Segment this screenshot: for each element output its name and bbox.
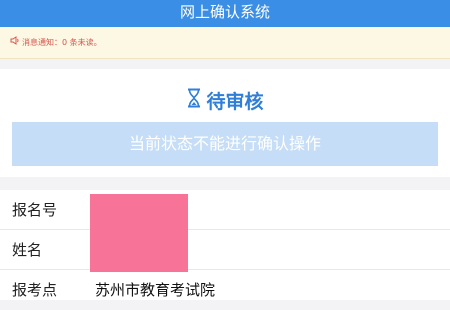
info-label: 报考点 [12, 281, 58, 299]
redaction-block [90, 194, 188, 272]
status-heading: 待审核 [0, 85, 450, 117]
info-row-exam-site: 报考点 苏州市教育考试院 [0, 270, 450, 310]
status-card: 待审核 当前状态不能进行确认操作 [0, 69, 450, 177]
message-notice-bar[interactable]: 消息通知：0 条未读。 [0, 27, 450, 59]
notice-text: 消息通知：0 条未读。 [22, 38, 102, 47]
hourglass-icon [186, 86, 202, 118]
status-title-text: 待审核 [206, 90, 264, 113]
info-row-name: 姓名 [0, 230, 450, 270]
registration-info: 报名号 姓名 报考点 苏州市教育考试院 [0, 190, 450, 300]
info-value: 苏州市教育考试院 [95, 281, 216, 299]
page-title: 网上确认系统 [179, 3, 270, 21]
info-label: 报名号 [12, 201, 58, 219]
speaker-icon [10, 27, 20, 59]
app-header: 网上确认系统 [0, 0, 450, 27]
status-banner: 当前状态不能进行确认操作 [12, 122, 438, 166]
info-row-registration-no: 报名号 [0, 190, 450, 230]
info-label: 姓名 [12, 241, 43, 259]
